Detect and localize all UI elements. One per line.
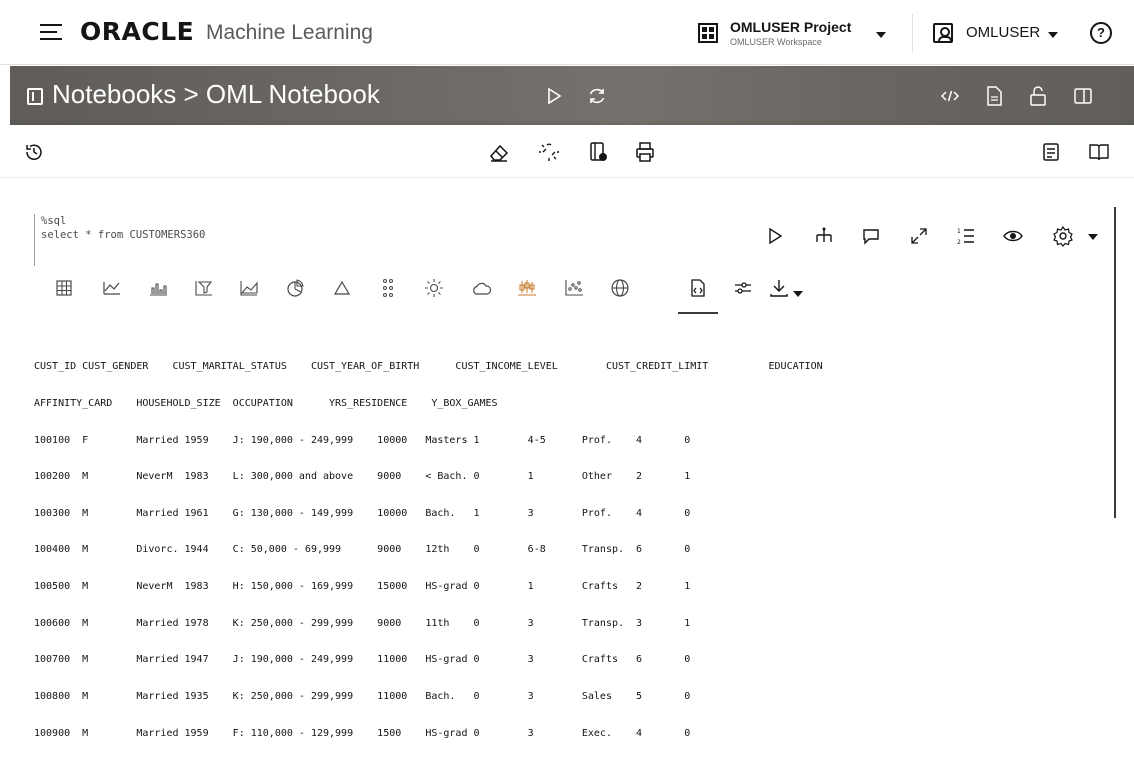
top-header: ORACLE Machine Learning OMLUSER Project … — [0, 0, 1134, 65]
eraser-icon[interactable] — [487, 140, 511, 164]
notebook-toolbar — [0, 126, 1134, 178]
sliders-settings-icon[interactable] — [732, 277, 754, 299]
book-icon[interactable] — [1087, 140, 1111, 164]
project-grid-icon — [698, 23, 718, 43]
document-icon[interactable] — [982, 84, 1006, 108]
code-line: %sql — [41, 215, 67, 227]
run-paragraph-play-icon[interactable] — [764, 225, 786, 247]
refresh-icon[interactable] — [585, 84, 609, 108]
run-all-play-icon[interactable] — [542, 84, 566, 108]
table-icon[interactable] — [53, 277, 75, 299]
scatter-dots-icon[interactable] — [377, 277, 399, 299]
help-icon[interactable]: ? — [1090, 22, 1112, 44]
output-row: 100100 F Married 1959 J: 190,000 - 249,9… — [34, 434, 691, 446]
output-row: 100400 M Divorc. 1944 C: 50,000 - 69,999… — [34, 544, 691, 556]
sun-chart-icon[interactable] — [423, 277, 445, 299]
bar-chart-icon[interactable] — [147, 277, 169, 299]
notebook-icon — [27, 88, 43, 105]
panel-layout-icon[interactable] — [1071, 84, 1095, 108]
unlock-icon[interactable] — [1026, 84, 1050, 108]
query-output: CUST_ID CUST_GENDER CUST_MARITAL_STATUS … — [34, 337, 1104, 764]
triangle-chart-icon[interactable] — [331, 277, 353, 299]
user-name[interactable]: OMLUSER — [966, 24, 1040, 41]
raw-code-output-icon[interactable] — [687, 277, 709, 299]
globe-map-icon[interactable] — [609, 277, 631, 299]
user-dropdown-chevron-down-icon[interactable] — [1048, 32, 1058, 38]
oracle-logo: ORACLE — [80, 17, 195, 46]
download-chevron-down-icon[interactable] — [793, 291, 803, 297]
output-header-line: AFFINITY_CARD HOUSEHOLD_SIZE OCCUPATION … — [34, 398, 498, 410]
print-icon[interactable] — [633, 140, 657, 164]
output-header-line: CUST_ID CUST_GENDER CUST_MARITAL_STATUS … — [34, 361, 823, 373]
output-row: 100300 M Married 1961 G: 130,000 - 149,9… — [34, 507, 691, 519]
download-icon[interactable] — [768, 277, 790, 299]
cloud-chart-icon[interactable] — [470, 277, 492, 299]
history-icon[interactable] — [22, 140, 46, 164]
active-view-indicator — [678, 312, 718, 314]
line-numbers-icon[interactable]: 12 — [955, 225, 977, 247]
breadcrumb[interactable]: Notebooks > OML Notebook — [52, 79, 380, 110]
output-row: 100900 M Married 1959 F: 110,000 - 129,9… — [34, 727, 691, 739]
user-icon — [933, 23, 953, 43]
code-toggle-icon[interactable] — [938, 84, 962, 108]
area-chart-icon[interactable] — [238, 277, 260, 299]
list-view-icon[interactable] — [1039, 140, 1063, 164]
box-plot-icon[interactable] — [516, 277, 538, 299]
funnel-chart-icon[interactable] — [193, 277, 215, 299]
scatter-plot-icon[interactable] — [563, 277, 585, 299]
output-row: 100500 M NeverM 1983 H: 150,000 - 169,99… — [34, 581, 691, 593]
output-row: 100800 M Married 1935 K: 250,000 - 299,9… — [34, 690, 691, 702]
line-chart-icon[interactable] — [101, 277, 123, 299]
export-notebook-icon[interactable] — [586, 140, 610, 164]
sql-paragraph: %sql select * from CUSTOMERS360 12 CUST_… — [34, 207, 1116, 739]
pie-chart-icon[interactable] — [284, 277, 306, 299]
output-row: 100700 M Married 1947 J: 190,000 - 249,9… — [34, 654, 691, 666]
output-row: 100200 M NeverM 1983 L: 300,000 and abov… — [34, 471, 691, 483]
settings-chevron-down-icon[interactable] — [1088, 234, 1098, 240]
hamburger-menu-icon[interactable] — [40, 24, 62, 42]
output-row: 100600 M Married 1978 K: 250,000 - 299,9… — [34, 617, 691, 629]
svg-text:2: 2 — [957, 239, 961, 246]
code-line: select * from CUSTOMERS360 — [41, 229, 206, 241]
eye-icon[interactable] — [1002, 225, 1024, 247]
gear-icon[interactable] — [1052, 225, 1074, 247]
hierarchy-icon[interactable] — [813, 225, 835, 247]
product-title: Machine Learning — [206, 21, 373, 44]
comment-icon[interactable] — [860, 225, 882, 247]
workspace-name: OMLUSER Workspace — [730, 37, 822, 47]
svg-text:1: 1 — [957, 228, 961, 235]
project-name[interactable]: OMLUSER Project — [730, 19, 851, 35]
project-dropdown-chevron-down-icon[interactable] — [876, 32, 886, 38]
header-divider — [912, 14, 913, 52]
expand-icon[interactable] — [908, 225, 930, 247]
notebook-banner: Notebooks > OML Notebook — [10, 66, 1134, 125]
unlink-icon[interactable] — [537, 140, 561, 164]
code-editor[interactable]: %sql select * from CUSTOMERS360 — [34, 214, 534, 266]
